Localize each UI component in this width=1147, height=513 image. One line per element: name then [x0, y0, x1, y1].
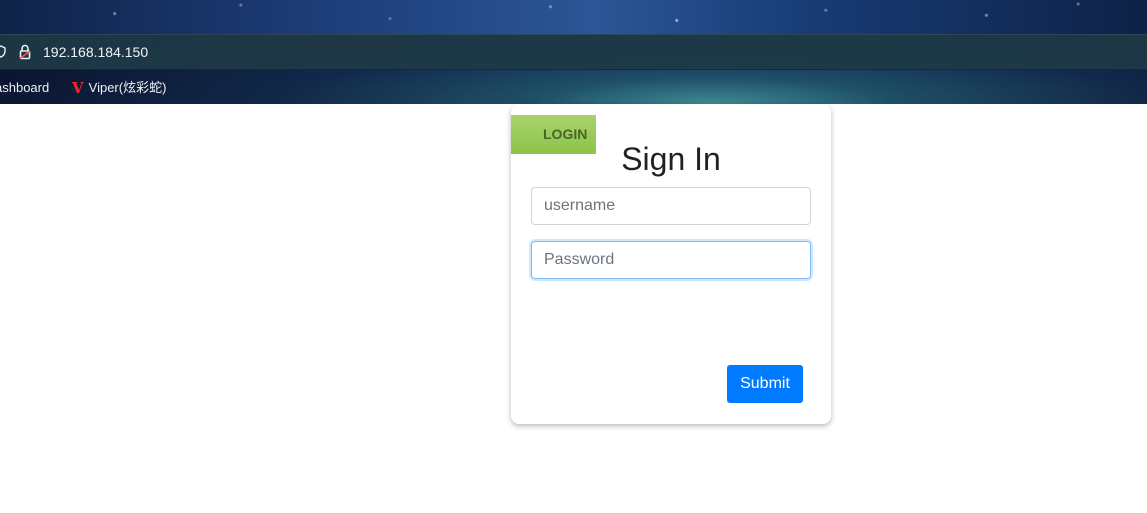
browser-chrome: 192.168.184.150 ashboard V Viper(炫彩蛇): [0, 0, 1147, 104]
password-field[interactable]: [531, 241, 811, 279]
page-title: Sign In: [621, 141, 721, 177]
viper-v-icon: V: [72, 79, 84, 97]
url-text[interactable]: 192.168.184.150: [43, 44, 148, 60]
tab-strip-background: [0, 0, 1147, 34]
shield-icon[interactable]: [0, 45, 6, 58]
login-card: LOGIN Sign In Submit: [511, 104, 831, 424]
lock-icon[interactable]: [18, 44, 32, 60]
bookmark-viper[interactable]: V Viper(炫彩蛇): [72, 80, 166, 96]
bookmark-dashboard[interactable]: ashboard: [0, 80, 49, 96]
bookmark-viper-label: Viper(炫彩蛇): [88, 80, 167, 95]
username-field[interactable]: [531, 187, 811, 225]
submit-button[interactable]: Submit: [727, 365, 803, 403]
bookmarks-bar: ashboard V Viper(炫彩蛇): [0, 70, 1147, 104]
address-bar[interactable]: 192.168.184.150: [0, 34, 1147, 70]
